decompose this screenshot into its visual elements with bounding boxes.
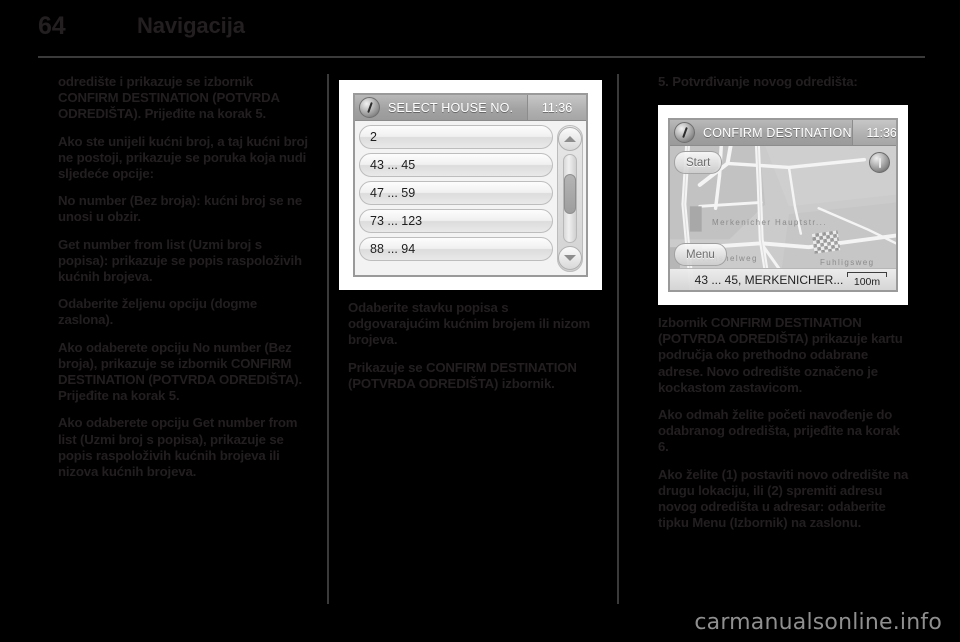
infotainment-screen-map: CONFIRM DESTINATION 11:36 Merkenicher Ha… [668, 118, 898, 292]
list-item[interactable]: 88 ... 94 [359, 237, 553, 261]
figure-confirm-destination: CONFIRM DESTINATION 11:36 Merkenicher Ha… [658, 105, 908, 305]
paragraph: Ako odmah želite početi navođenje do oda… [658, 407, 900, 455]
house-number-list: 2 43 ... 45 47 ... 59 73 ... 123 88 ... … [359, 125, 553, 272]
scrollbar-track[interactable] [563, 154, 577, 243]
paragraph: No number (Bez broja): kućni broj se ne … [58, 193, 303, 225]
screen-body: 2 43 ... 45 47 ... 59 73 ... 123 88 ... … [355, 121, 586, 275]
screen-title: CONFIRM DESTINATION [703, 125, 852, 140]
screen-clock: 11:36 [527, 95, 586, 120]
step-heading: 5. Potvrđivanje novog odredišta: [658, 74, 858, 89]
start-button[interactable]: Start [674, 151, 723, 174]
paragraph: Ako ste unijeli kućni broj, a taj kućni … [58, 133, 308, 182]
list-item[interactable]: 73 ... 123 [359, 209, 553, 233]
paragraph: odredište i prikazuje se izbornik CONFIR… [58, 74, 280, 122]
scale-label: 100m [853, 275, 881, 288]
compass-icon[interactable] [869, 152, 890, 173]
text-column-left: odredište i prikazuje se izbornik CONFIR… [58, 74, 311, 491]
paragraph: Get number from list (Uzmi broj s popisa… [58, 236, 302, 285]
text-column-middle: Odaberite stavku popisa s odgovarajućim … [348, 300, 601, 403]
destination-address: 43 ... 45, MERKENICHER... [694, 272, 844, 287]
manual-page: 64 Navigacija odredište i prikazuje se i… [0, 0, 960, 642]
figure-select-house-no: SELECT HOUSE NO. 11:36 2 43 ... 45 47 ..… [339, 80, 602, 290]
paragraph: Ako odaberete opciju Get number from lis… [58, 415, 298, 480]
column-divider-1 [327, 74, 329, 604]
paragraph: Ako odaberete opciju No number (Bez broj… [58, 339, 303, 404]
screen-titlebar: SELECT HOUSE NO. 11:36 [355, 95, 586, 121]
page-number: 64 [38, 12, 66, 40]
list-item[interactable]: 43 ... 45 [359, 153, 553, 177]
paragraph: Odaberite stavku popisa s odgovarajućim … [348, 300, 591, 348]
info-icon [674, 122, 695, 143]
text-column-right-heading: 5. Potvrđivanje novog odredišta: [658, 74, 911, 99]
screen-title: SELECT HOUSE NO. [388, 100, 514, 115]
map-street-label: Merkenicher Hauptstr... [712, 218, 827, 227]
map-statusbar: 43 ... 45, MERKENICHER... 100m [670, 268, 896, 290]
paragraph: Odaberite željenu opciju (dogme zaslona)… [58, 296, 258, 328]
destination-flag-icon [811, 230, 841, 254]
list-item[interactable]: 47 ... 59 [359, 181, 553, 205]
menu-button[interactable]: Menu [674, 243, 727, 266]
map-scale: 100m [844, 271, 890, 288]
chevron-up-icon[interactable] [558, 127, 582, 151]
infotainment-screen-list: SELECT HOUSE NO. 11:36 2 43 ... 45 47 ..… [353, 93, 588, 277]
screen-titlebar: CONFIRM DESTINATION 11:36 [670, 120, 896, 146]
paragraph: Izbornik CONFIRM DESTINATION (POTVRDA OD… [658, 315, 903, 395]
text-column-right: Izbornik CONFIRM DESTINATION (POTVRDA OD… [658, 315, 911, 542]
scrollbar-thumb[interactable] [564, 174, 576, 215]
info-icon [359, 97, 380, 118]
watermark: carmanualsonline.info [694, 610, 942, 635]
column-divider-2 [617, 74, 619, 604]
list-scrollbar[interactable] [557, 125, 583, 272]
list-item[interactable]: 2 [359, 125, 553, 149]
paragraph: Prikazuje se CONFIRM DESTINATION (POTVRD… [348, 359, 577, 391]
map-street-label: Fuhligsweg [820, 258, 875, 267]
page-title: Navigacija [137, 13, 245, 38]
map-view[interactable]: Merkenicher Hauptstr... Fuhligsweg Ivens… [670, 146, 896, 290]
screen-clock: 11:36 [851, 120, 896, 145]
paragraph: Ako želite (1) postaviti novo odredište … [658, 466, 909, 531]
header-divider [38, 56, 925, 58]
page-header: 64 Navigacija [38, 12, 928, 46]
chevron-down-icon[interactable] [558, 246, 582, 270]
